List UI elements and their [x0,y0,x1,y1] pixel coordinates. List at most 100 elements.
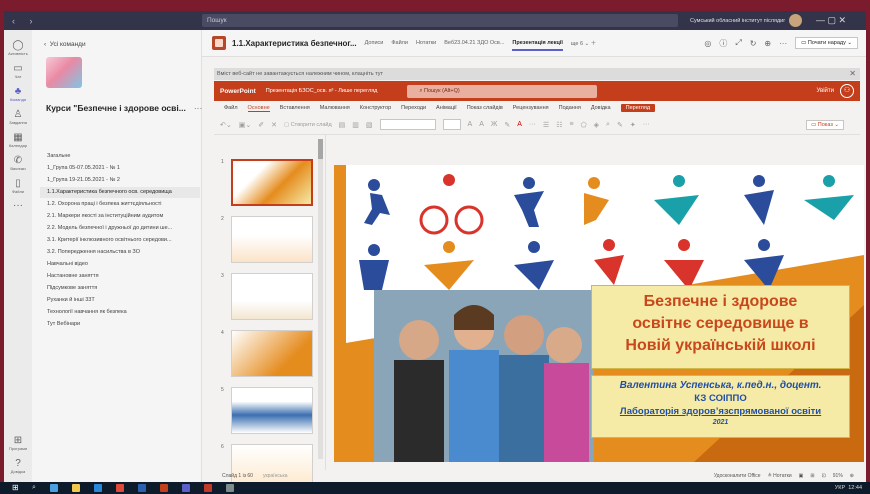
rail-calls[interactable]: ✆ Виклики [4,155,32,171]
global-search-input[interactable]: Пошук [202,14,678,27]
channel-item[interactable]: Настановне заняття [47,271,197,282]
ribbon-tab[interactable]: Анімації [436,105,457,111]
meet-button[interactable]: ▭ Почати нараду ⌄ [795,37,858,49]
more-tools-icon[interactable]: ··· [643,121,650,128]
powerpoint-brand[interactable]: PowerPoint [220,88,256,95]
channel-item[interactable]: 1_Група 19-21.05.2021 - № 2 [47,175,197,186]
thumbs-scrollbar[interactable] [318,139,323,459]
highlight-icon[interactable]: ✎ [504,121,510,129]
delete-icon[interactable]: ✕ [271,121,277,129]
slide-thumbnail[interactable] [231,159,313,206]
slide-thumbnail[interactable] [231,273,313,320]
undo-icon[interactable]: ↶⌄ [220,121,232,129]
shape-fill-icon[interactable]: ◈ [594,121,599,129]
shrink-font-icon[interactable]: A [479,121,484,128]
rail-calendar[interactable]: ▦ Календар [4,132,32,148]
designer-icon[interactable]: ✦ [630,121,636,129]
channel-item[interactable]: 3.2. Попередження насильства в ЗО [47,247,197,258]
close-icon[interactable]: ✕ [849,68,856,80]
layout-icon[interactable]: ▤ [339,121,346,129]
language[interactable]: українська [263,473,288,479]
globe-icon[interactable]: ⊕ [764,39,771,48]
bullets-icon[interactable]: ☰ [543,121,549,129]
tab-more[interactable]: ще 6 ⌄ ＋ [571,39,596,47]
channel-item[interactable]: Руханки й інші 33Т [47,295,197,306]
explorer-icon[interactable] [71,484,80,492]
windows-start-icon[interactable]: ⊞ [12,484,22,492]
photos-icon[interactable] [225,484,234,492]
camera-icon[interactable]: ◎ [704,39,711,48]
ribbon-tab[interactable]: Основне [247,105,270,112]
expand-icon[interactable]: ⤢ [735,38,741,48]
rail-files[interactable]: ▯ Файли [4,178,32,194]
zoom-level[interactable]: 91% [833,473,843,479]
powerpoint-icon[interactable] [159,484,168,492]
window-controls[interactable]: — ▢ ✕ [816,15,846,26]
channel-item[interactable]: 1_Група 05-07.05.2021 - № 1 [47,163,197,174]
channel-item[interactable]: Підсумкове заняття [47,283,197,294]
ppt-search-input[interactable]: ⌕ Пошук (Alt+Q) [407,84,598,98]
channel-item[interactable]: Тут Вебінари [47,319,197,330]
org-name[interactable]: Сумський обласний інститут післядипло... [690,18,785,24]
rail-help[interactable]: ? Довідка [4,458,32,474]
channel-item[interactable]: Загальне [47,151,197,162]
slide-thumbnail[interactable] [231,330,313,377]
tab-posts[interactable]: Дописи [365,40,384,46]
show-button[interactable]: ▭ Показ ⌄ [806,119,844,130]
word-icon[interactable] [137,484,146,492]
account-icon[interactable]: ⚇ [840,84,854,98]
new-slide-button[interactable]: ▢ Створити слайд [284,122,332,128]
task-view-icon[interactable] [49,484,58,492]
ribbon-tab[interactable]: Переходи [401,105,426,111]
format-painter-icon[interactable]: ✐ [258,121,264,129]
edge-icon[interactable] [93,484,102,492]
nav-arrows[interactable]: ‹ › [4,16,202,26]
channel-item[interactable]: 3.1. Критерії інклюзивного освітнього се… [47,235,197,246]
slide-thumbnail[interactable] [231,387,313,434]
numbering-icon[interactable]: ☷ [556,121,562,129]
section-icon[interactable]: ▧ [366,121,373,129]
rail-apps[interactable]: ⊞ Програми [4,435,32,451]
fit-icon[interactable]: ⊕ [850,473,854,479]
font-color-icon[interactable]: A [517,121,522,128]
notes-button[interactable]: ≜ Нотатки [768,473,792,479]
ribbon-tab[interactable]: Малювання [320,105,350,111]
document-name[interactable]: Презентація БЗОС_осв. я³ - Лише перегляд [266,88,378,94]
rail-activity[interactable]: ◯ Активність [4,40,32,56]
search-icon[interactable]: ⌕ [32,484,36,492]
shapes-icon[interactable]: ⬠ [581,121,587,129]
acrobat-icon[interactable] [203,484,212,492]
tab-files[interactable]: Файли [391,40,408,46]
channel-item[interactable]: 1.1.Характеристика безпечного осв. серед… [40,187,200,198]
font-size-select[interactable] [442,119,461,130]
align-icon[interactable]: ≡ [569,121,573,128]
ribbon-tab[interactable]: Конструктор [360,105,391,111]
ribbon-tab[interactable]: Рецензування [513,105,549,111]
view-mode-button[interactable]: Перегляд [620,104,656,112]
info-bar[interactable]: Вміст веб-сайт не завантажується належни… [214,68,860,80]
channel-item[interactable]: Технології навчання як безпека [47,307,197,318]
teams-taskbar-icon[interactable] [181,484,190,492]
rail-chat[interactable]: ▭ Чат [4,63,32,79]
grow-font-icon[interactable]: A [468,121,473,128]
ribbon-tab[interactable]: Довідка [591,105,611,111]
back-all-teams[interactable]: ‹ Усі команди [44,41,86,48]
user-avatar[interactable] [789,14,802,27]
find-icon[interactable]: ⌕ [606,121,610,129]
tab-webinar[interactable]: Веб23.04.21 ЗДО Осв... [444,40,504,46]
info-icon[interactable]: ⓘ [719,38,727,49]
ribbon-tab[interactable]: Вставлення [280,105,310,111]
channel-item[interactable]: 2.2. Модель безпечної і дружньої до дити… [47,223,197,234]
ribbon-tab[interactable]: Подання [559,105,581,111]
improve-office-link[interactable]: Удосконалити Office [714,473,761,479]
channel-item[interactable]: 2.1. Маркери якості за інституційним ауд… [47,211,197,222]
ellipsis-icon[interactable]: ··· [779,39,787,48]
sign-in-link[interactable]: Увійти [817,88,834,94]
more-font-icon[interactable]: ··· [529,121,536,128]
reading-view-icon[interactable]: ⊡ [822,473,826,479]
tab-presentation[interactable]: Презентація лекції [512,40,563,51]
font-name-select[interactable] [379,119,436,130]
team-name[interactable]: Курси "Безпечне і здорове осві... ··· [46,103,202,113]
channel-item[interactable]: Навчальні відео [47,259,197,270]
tab-notes[interactable]: Нотатки [416,40,436,46]
